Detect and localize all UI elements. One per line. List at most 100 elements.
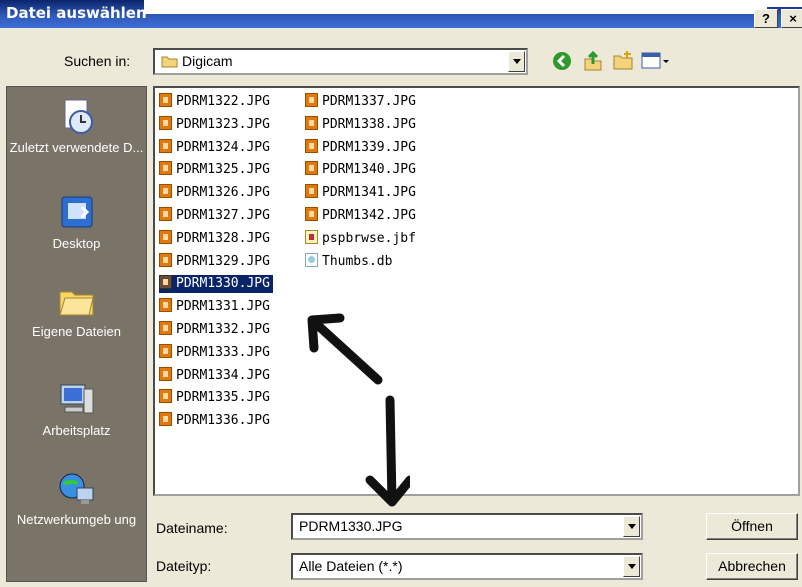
file-name: pspbrwse.jbf xyxy=(322,230,416,246)
recent-icon xyxy=(57,98,97,136)
lookin-dropdown[interactable]: Digicam xyxy=(153,48,528,75)
file-item[interactable]: PDRM1323.JPG xyxy=(159,115,273,134)
file-item[interactable]: PDRM1330.JPG xyxy=(159,275,273,294)
jbf-file-icon xyxy=(305,229,318,244)
jpg-file-icon xyxy=(159,321,172,335)
file-name: PDRM1322.JPG xyxy=(176,94,270,109)
place-my-computer[interactable]: Arbeitsplatz xyxy=(6,381,147,438)
jpg-file-icon xyxy=(159,161,172,176)
filetype-dropdown[interactable]: Alle Dateien (*.*) xyxy=(291,553,643,580)
file-item[interactable]: Thumbs.db xyxy=(305,252,395,271)
file-name: PDRM1325.JPG xyxy=(176,162,270,178)
database-file-icon xyxy=(305,252,318,267)
file-item[interactable]: PDRM1325.JPG xyxy=(159,161,273,179)
my-documents-icon xyxy=(57,282,97,320)
place-my-documents[interactable]: Eigene Dateien xyxy=(6,282,147,339)
close-button[interactable]: × xyxy=(781,9,802,28)
jpg-file-icon xyxy=(159,389,172,404)
title-bar-overlay xyxy=(740,0,802,7)
file-item[interactable]: PDRM1337.JPG xyxy=(305,93,419,111)
help-button[interactable]: ? xyxy=(754,9,778,28)
open-button[interactable]: Öffnen xyxy=(706,513,798,540)
place-network[interactable]: Netzwerkumgeb ung xyxy=(6,470,147,527)
cancel-button[interactable]: Abbrechen xyxy=(706,553,798,580)
jpg-file-icon xyxy=(159,366,172,381)
filetype-value: Alle Dateien (*.*) xyxy=(299,558,403,574)
lookin-label: Suchen in: xyxy=(64,53,131,69)
file-name: PDRM1340.JPG xyxy=(322,162,416,178)
jpg-file-icon xyxy=(159,229,172,244)
file-name: PDRM1326.JPG xyxy=(176,185,270,201)
file-name: PDRM1332.JPG xyxy=(176,322,270,337)
file-item[interactable]: PDRM1334.JPG xyxy=(159,366,273,385)
file-item[interactable]: PDRM1327.JPG xyxy=(159,207,273,225)
jpg-file-icon xyxy=(159,343,172,358)
chevron-down-icon[interactable] xyxy=(623,556,640,577)
file-name: PDRM1331.JPG xyxy=(176,299,270,315)
jpg-file-icon xyxy=(159,207,172,221)
file-name: PDRM1334.JPG xyxy=(176,367,270,383)
file-name: PDRM1336.JPG xyxy=(176,413,270,429)
jpg-file-icon xyxy=(159,298,172,313)
filename-input[interactable]: PDRM1330.JPG xyxy=(291,513,643,540)
back-icon[interactable] xyxy=(551,50,573,72)
file-item[interactable]: PDRM1338.JPG xyxy=(305,115,419,134)
chevron-down-icon[interactable] xyxy=(623,516,640,537)
file-name: PDRM1338.JPG xyxy=(322,116,416,132)
file-name: PDRM1330.JPG xyxy=(176,276,270,292)
file-item[interactable]: PDRM1324.JPG xyxy=(159,138,273,157)
file-name: PDRM1342.JPG xyxy=(322,208,416,223)
file-name: Thumbs.db xyxy=(322,253,393,269)
file-item[interactable]: PDRM1340.JPG xyxy=(305,161,419,179)
jpg-file-icon xyxy=(305,161,318,176)
place-recent[interactable]: Zuletzt verwendete D... xyxy=(6,98,147,155)
file-item[interactable]: PDRM1333.JPG xyxy=(159,343,273,362)
lookin-value: Digicam xyxy=(182,53,233,69)
jpg-file-icon xyxy=(159,252,172,267)
jpg-file-icon xyxy=(305,207,318,221)
file-name: PDRM1333.JPG xyxy=(176,344,270,360)
network-icon xyxy=(57,470,97,508)
jpg-file-icon xyxy=(159,93,172,107)
file-item[interactable]: PDRM1326.JPG xyxy=(159,184,273,202)
file-item[interactable]: PDRM1332.JPG xyxy=(159,321,273,339)
my-computer-icon xyxy=(57,381,97,419)
chevron-down-icon[interactable] xyxy=(508,51,525,72)
file-item[interactable]: PDRM1336.JPG xyxy=(159,412,273,430)
file-name: PDRM1339.JPG xyxy=(322,139,416,155)
folder-icon xyxy=(161,55,178,71)
filetype-label: Dateityp: xyxy=(156,558,212,574)
jpg-file-icon xyxy=(159,412,172,427)
new-folder-icon[interactable] xyxy=(612,50,634,72)
file-item[interactable]: PDRM1331.JPG xyxy=(159,298,273,316)
filename-label: Dateiname: xyxy=(156,520,228,536)
desktop-icon xyxy=(57,194,97,232)
file-item[interactable]: PDRM1341.JPG xyxy=(305,184,419,202)
filename-value: PDRM1330.JPG xyxy=(299,518,403,534)
jpg-file-icon xyxy=(305,115,318,130)
title-bar-overlay xyxy=(144,0,767,14)
file-item[interactable]: PDRM1328.JPG xyxy=(159,229,273,248)
file-name: PDRM1328.JPG xyxy=(176,230,270,246)
jpg-file-icon xyxy=(159,138,172,153)
annotation-arrows xyxy=(307,313,410,507)
up-folder-icon[interactable] xyxy=(582,50,604,72)
view-menu-icon[interactable] xyxy=(641,50,669,72)
jpg-file-icon xyxy=(305,93,318,107)
file-name: PDRM1329.JPG xyxy=(176,253,270,269)
file-name: PDRM1324.JPG xyxy=(176,139,270,155)
file-item[interactable]: pspbrwse.jbf xyxy=(305,229,419,248)
file-name: PDRM1335.JPG xyxy=(176,390,270,406)
file-item[interactable]: PDRM1322.JPG xyxy=(159,93,273,111)
file-name: PDRM1341.JPG xyxy=(322,185,416,201)
file-item[interactable]: PDRM1339.JPG xyxy=(305,138,419,157)
file-name: PDRM1327.JPG xyxy=(176,208,270,223)
file-name: PDRM1323.JPG xyxy=(176,116,270,132)
file-item[interactable]: PDRM1329.JPG xyxy=(159,252,273,271)
file-item[interactable]: PDRM1335.JPG xyxy=(159,389,273,407)
jpg-file-icon xyxy=(159,184,172,199)
jpg-file-icon xyxy=(305,138,318,153)
jpg-file-icon xyxy=(159,275,172,290)
place-desktop[interactable]: Desktop xyxy=(6,194,147,251)
file-item[interactable]: PDRM1342.JPG xyxy=(305,207,419,225)
